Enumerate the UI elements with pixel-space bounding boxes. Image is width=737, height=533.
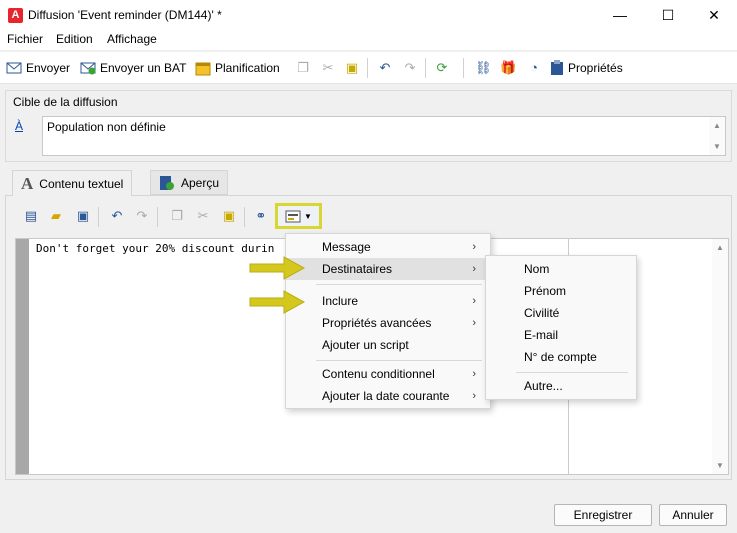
toolbar-separator <box>98 207 99 227</box>
maximize-button[interactable]: ☐ <box>645 0 691 30</box>
toolbar-separator <box>425 58 426 78</box>
submenu-item-nom[interactable]: Nom <box>486 258 636 280</box>
menu-edition[interactable]: Edition <box>56 32 93 46</box>
redo-icon[interactable]: ↷ <box>133 207 151 225</box>
cut-icon[interactable]: ✂ <box>320 60 336 76</box>
editor-content[interactable]: Don't forget your 20% discount durin <box>36 242 274 255</box>
schedule-button[interactable]: Planification <box>195 58 280 78</box>
scroll-down-icon[interactable]: ▼ <box>712 461 728 470</box>
target-scrollbar[interactable]: ▲ ▼ <box>709 117 725 155</box>
open-folder-icon[interactable]: ▰ <box>47 207 65 225</box>
toolbar-separator <box>244 207 245 227</box>
envelope-icon <box>6 62 22 74</box>
menu-item-conditional-content[interactable]: Contenu conditionnel › <box>286 363 490 385</box>
tab-preview-label: Aperçu <box>181 175 220 190</box>
properties-button[interactable]: Propriétés <box>550 58 623 78</box>
schedule-label: Planification <box>215 61 280 75</box>
menu-item-destinataires[interactable]: Destinataires › <box>286 258 490 280</box>
annotation-arrow-icon <box>249 290 306 314</box>
send-proof-label: Envoyer un BAT <box>100 61 187 75</box>
target-value: Population non définie <box>47 120 166 134</box>
scroll-down-icon[interactable]: ▼ <box>709 142 725 151</box>
submenu-item-email[interactable]: E-mail <box>486 324 636 346</box>
chevron-down-icon: ▼ <box>304 211 312 221</box>
menu-separator <box>316 284 482 285</box>
menu-item-advanced-properties[interactable]: Propriétés avancées › <box>286 312 490 334</box>
envelope-check-icon <box>80 62 96 75</box>
paste-icon[interactable]: ▣ <box>220 207 238 225</box>
clipboard-icon <box>551 60 563 75</box>
submenu-item-prenom[interactable]: Prénom <box>486 280 636 302</box>
new-document-icon[interactable]: ▤ <box>22 207 40 225</box>
cut-icon[interactable]: ✂ <box>194 207 212 225</box>
chevron-right-icon: › <box>472 295 476 307</box>
close-button[interactable]: ✕ <box>691 0 737 30</box>
menu-item-add-script[interactable]: Ajouter un script <box>286 334 490 356</box>
redo-icon[interactable]: ↷ <box>402 60 418 76</box>
save-button[interactable]: Enregistrer <box>554 504 652 526</box>
tab-text-content-label: Contenu textuel <box>39 176 124 191</box>
tab-preview[interactable]: Aperçu <box>150 170 229 195</box>
insert-personalization-button[interactable]: ▼ <box>275 203 322 229</box>
editor-gutter <box>16 239 29 474</box>
toolbar-separator <box>367 58 368 78</box>
menu-affichage[interactable]: Affichage <box>107 32 157 46</box>
context-menu: Message › Destinataires › Inclure › Proprié… <box>285 233 491 409</box>
cancel-button[interactable]: Annuler <box>659 504 727 526</box>
target-link[interactable]: À <box>15 119 23 133</box>
target-group-label: Cible de la diffusion <box>13 95 118 109</box>
target-field[interactable]: Population non définie ▲ ▼ <box>42 116 726 156</box>
refresh-icon[interactable]: ⟳ <box>434 60 450 76</box>
chevron-right-icon: › <box>472 317 476 329</box>
menu-item-add-current-date[interactable]: Ajouter la date courante › <box>286 385 490 407</box>
menu-separator <box>516 372 628 373</box>
send-proof-button[interactable]: Envoyer un BAT <box>80 58 186 78</box>
window-title: Diffusion 'Event reminder (DM144)' * <box>28 8 222 22</box>
scroll-up-icon[interactable]: ▲ <box>712 243 728 252</box>
menu-separator <box>316 360 482 361</box>
copy-icon[interactable]: ❐ <box>168 207 186 225</box>
undo-icon[interactable]: ↶ <box>377 60 393 76</box>
submenu-item-civilite[interactable]: Civilité <box>486 302 636 324</box>
app-logo-icon: A <box>8 8 23 23</box>
paste-icon[interactable]: ▣ <box>344 60 360 76</box>
menu-item-inclure[interactable]: Inclure › <box>286 290 490 312</box>
toolbar-separator <box>157 207 158 227</box>
personalization-icon <box>285 210 301 222</box>
send-button[interactable]: Envoyer <box>6 58 70 78</box>
calendar-icon <box>195 62 211 76</box>
copy-icon[interactable]: ❐ <box>295 60 311 76</box>
scroll-up-icon[interactable]: ▲ <box>709 121 725 130</box>
chevron-right-icon: › <box>472 390 476 402</box>
editor-scrollbar[interactable]: ▲ ▼ <box>712 239 728 474</box>
text-icon: A <box>21 173 34 193</box>
toolbar-separator <box>463 58 464 78</box>
recipients-submenu: Nom Prénom Civilité E-mail N° de compte … <box>485 255 637 400</box>
chevron-right-icon: › <box>472 368 476 380</box>
send-label: Envoyer <box>26 61 71 75</box>
minimize-button[interactable]: — <box>597 0 643 30</box>
binoculars-icon[interactable]: ⚭ <box>252 207 270 225</box>
undo-icon[interactable]: ↶ <box>108 207 126 225</box>
gift-icon[interactable]: 🎁 <box>500 60 516 76</box>
menu-bar: Fichier Edition Affichage <box>0 30 737 50</box>
submenu-item-other[interactable]: Autre... <box>486 375 636 397</box>
menu-item-message[interactable]: Message › <box>286 236 490 258</box>
tab-text-content[interactable]: A Contenu textuel <box>12 170 133 196</box>
chevron-right-icon: › <box>472 241 476 253</box>
annotation-arrow-icon <box>249 256 306 280</box>
chevron-right-icon: › <box>472 263 476 275</box>
title-bar: A Diffusion 'Event reminder (DM144)' * —… <box>0 0 737 30</box>
gauge-icon[interactable]: ◔ <box>526 60 542 76</box>
menu-fichier[interactable]: Fichier <box>7 32 43 46</box>
save-icon[interactable]: ▣ <box>74 207 92 225</box>
preview-icon <box>160 175 174 190</box>
submenu-item-account-number[interactable]: N° de compte <box>486 346 636 368</box>
properties-label: Propriétés <box>568 61 623 75</box>
link-icon[interactable]: ⛓ <box>475 60 492 76</box>
main-toolbar: Envoyer Envoyer un BAT Planification ❐ ✂… <box>0 52 737 84</box>
